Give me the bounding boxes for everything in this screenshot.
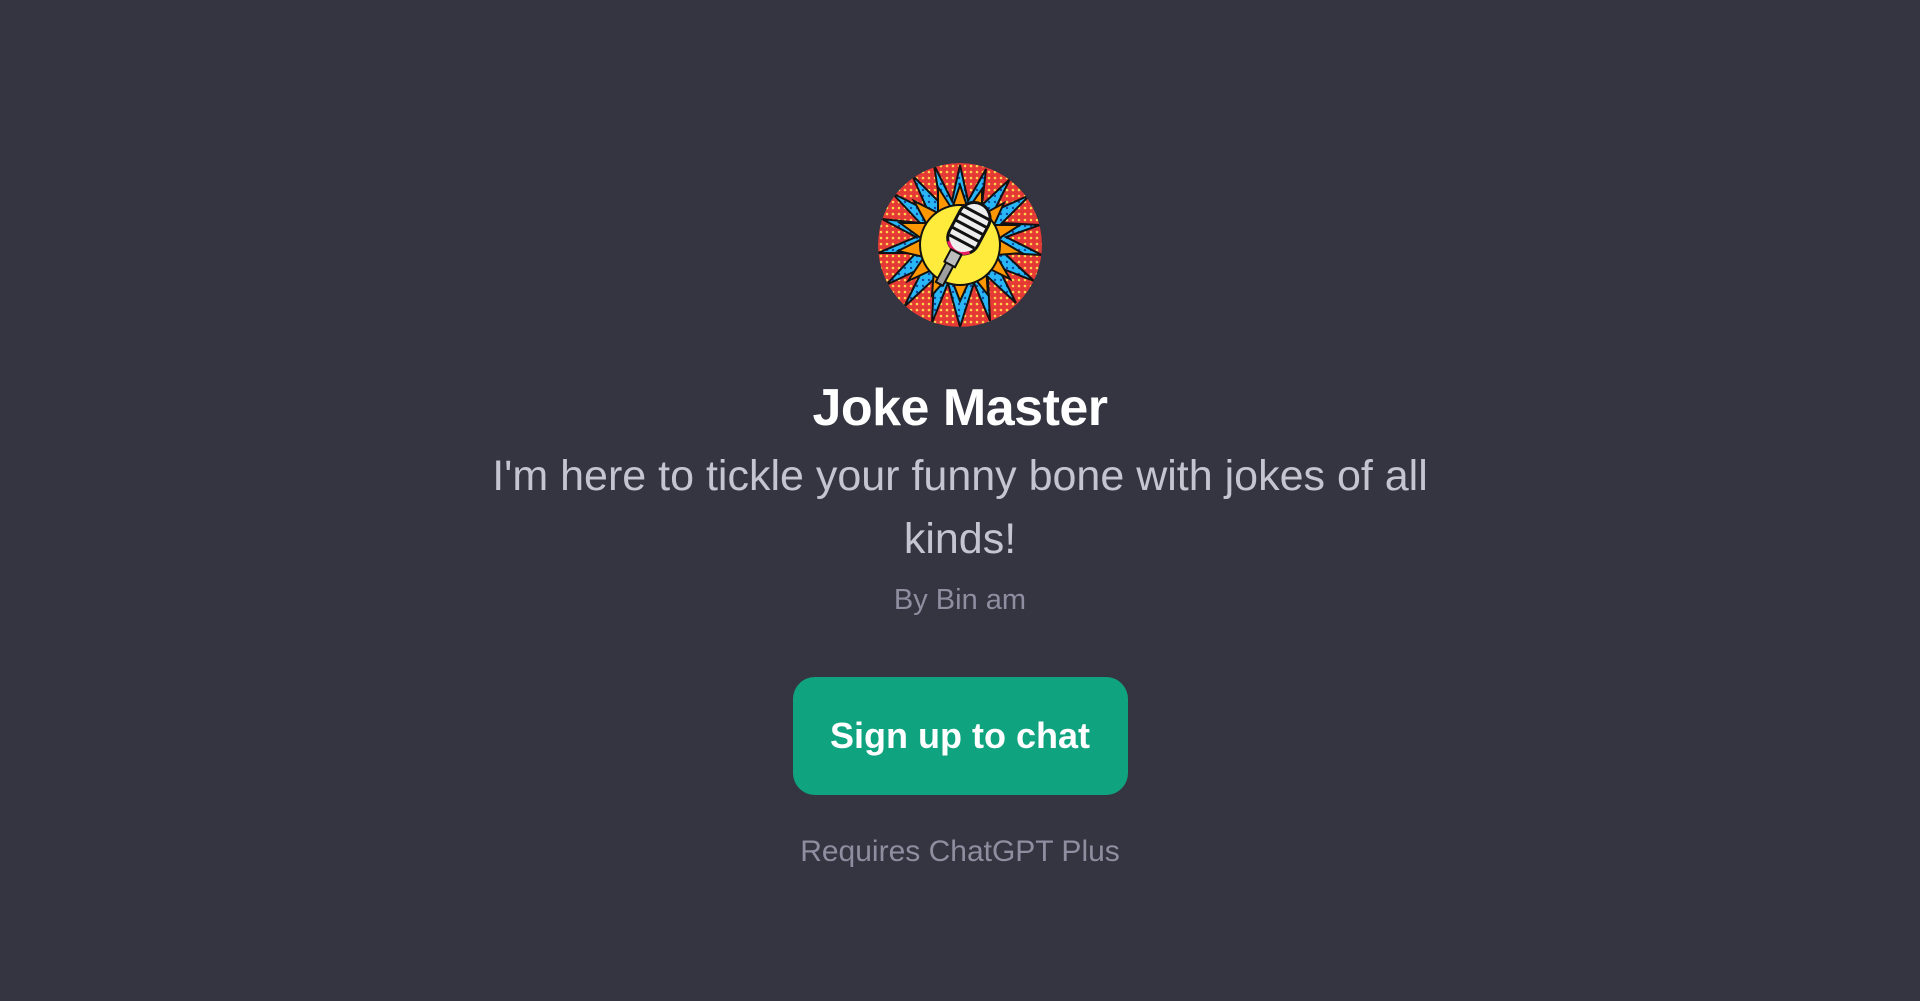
gpt-avatar <box>878 163 1042 327</box>
gpt-author: By Bin am <box>893 584 1027 617</box>
gpt-landing-page: Joke Master I'm here to tickle your funn… <box>0 0 1920 1001</box>
requirement-note: Requires ChatGPT Plus <box>800 835 1120 869</box>
gpt-title: Joke Master <box>812 379 1108 437</box>
gpt-description: I'm here to tickle your funny bone with … <box>492 452 1428 564</box>
sign-up-to-chat-button[interactable]: Sign up to chat <box>792 677 1128 796</box>
microphone-burst-icon <box>878 163 1042 327</box>
